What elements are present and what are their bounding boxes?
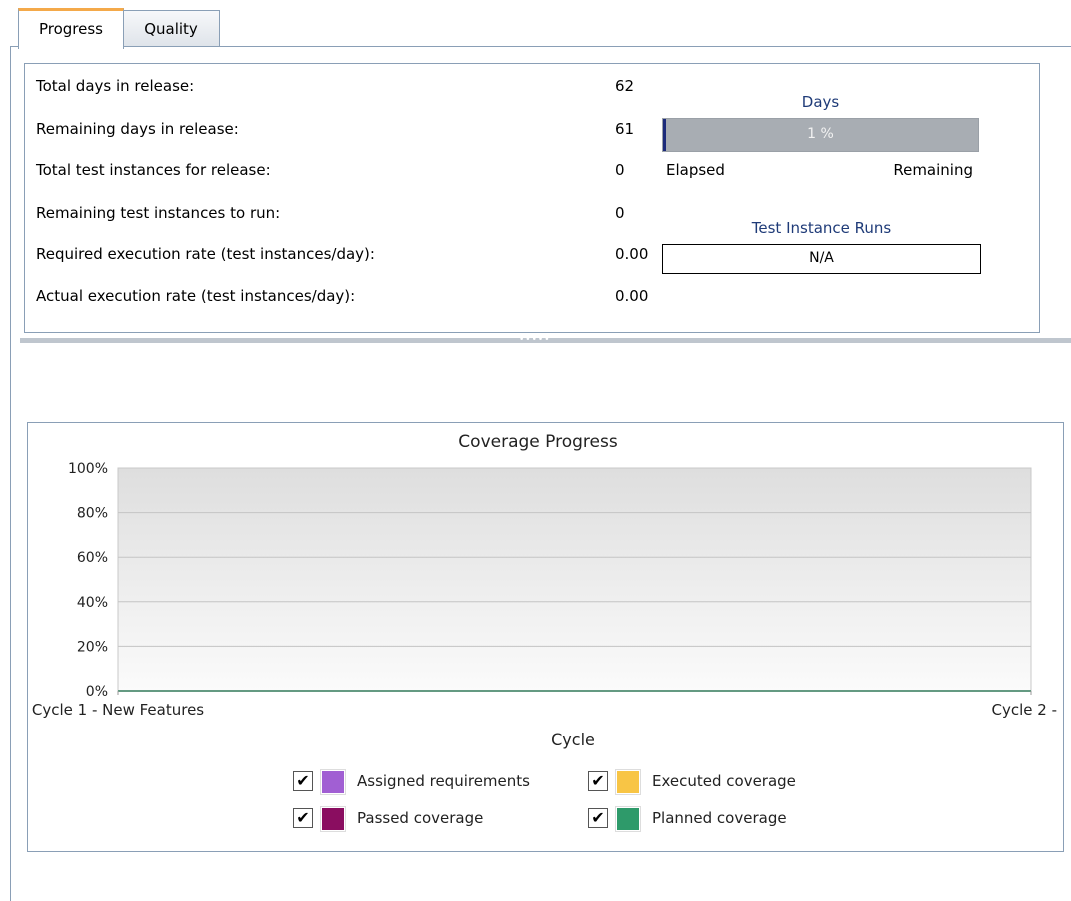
runs-gauge-title: Test Instance Runs <box>751 219 892 237</box>
release-stats-panel: Total days in release: 62 Remaining days… <box>24 63 1040 333</box>
days-elapsed-label: Elapsed <box>666 161 725 179</box>
legend-label: Assigned requirements <box>357 772 530 790</box>
days-remaining-label: Remaining <box>893 161 973 179</box>
y-tick-label: 20% <box>77 639 108 655</box>
tab-quality-label: Quality <box>144 20 198 38</box>
days-progress-bar: 1 % <box>662 118 979 152</box>
y-tick-label: 100% <box>68 461 108 477</box>
y-tick-label: 40% <box>77 595 108 611</box>
tab-quality[interactable]: Quality <box>122 10 220 46</box>
legend-label: Passed coverage <box>357 809 484 827</box>
tab-progress-label: Progress <box>38 20 103 38</box>
stat-value-actual-rate: 0.00 <box>615 287 649 305</box>
days-gauge-title: Days <box>801 93 840 111</box>
stat-label-actual-rate: Actual execution rate (test instances/da… <box>36 287 356 305</box>
legend-swatch <box>321 770 345 794</box>
stat-value-remaining-instances: 0 <box>615 204 625 222</box>
checkmark-icon[interactable]: ✔ <box>588 808 608 828</box>
stat-label-remaining-days: Remaining days in release: <box>36 120 239 138</box>
tab-progress[interactable]: Progress <box>18 8 124 49</box>
runs-gauge-value: N/A <box>809 250 834 266</box>
tab-divider <box>10 46 1071 47</box>
y-tick-label: 80% <box>77 506 108 522</box>
splitter-grip-icon[interactable]: ••••• <box>519 336 569 345</box>
stat-label-required-rate: Required execution rate (test instances/… <box>36 245 375 263</box>
stat-label-remaining-instances: Remaining test instances to run: <box>36 204 281 222</box>
days-progress-percent: 1 % <box>807 126 834 142</box>
y-tick-label: 60% <box>77 550 108 566</box>
coverage-chart: Coverage Progress 0% 20% 40% 60% 80% 100% Cycl… <box>32 432 1071 749</box>
coverage-chart-panel: Coverage Progress 0% 20% 40% 60% 80% 100% Cycl… <box>27 422 1071 852</box>
x-axis-title: Cycle <box>551 730 595 749</box>
legend-swatch <box>616 807 640 831</box>
checkmark-icon[interactable]: ✔ <box>293 771 313 791</box>
chart-title: Coverage Progress <box>458 432 618 452</box>
stat-value-remaining-days: 61 <box>615 120 635 138</box>
plot-area <box>117 467 1032 692</box>
runs-gauge-box: N/A <box>662 244 981 274</box>
panel-left-border <box>10 46 11 901</box>
legend-swatch <box>616 770 640 794</box>
checkmark-icon[interactable]: ✔ <box>293 808 313 828</box>
x-tick-label: Cycle 2 - F <box>992 701 1063 719</box>
checkmark-icon[interactable]: ✔ <box>588 771 608 791</box>
stat-value-total-days: 62 <box>615 77 635 95</box>
x-tick-label: Cycle 1 - New Features <box>32 701 204 719</box>
legend-label: Planned coverage <box>652 809 787 827</box>
stat-label-total-days: Total days in release: <box>36 77 195 95</box>
stat-value-total-instances: 0 <box>615 161 625 179</box>
legend-label: Executed coverage <box>652 772 796 790</box>
stat-label-total-instances: Total test instances for release: <box>36 161 271 179</box>
y-tick-label: 0% <box>86 684 108 700</box>
stat-value-required-rate: 0.00 <box>615 245 649 263</box>
legend-swatch <box>321 807 345 831</box>
